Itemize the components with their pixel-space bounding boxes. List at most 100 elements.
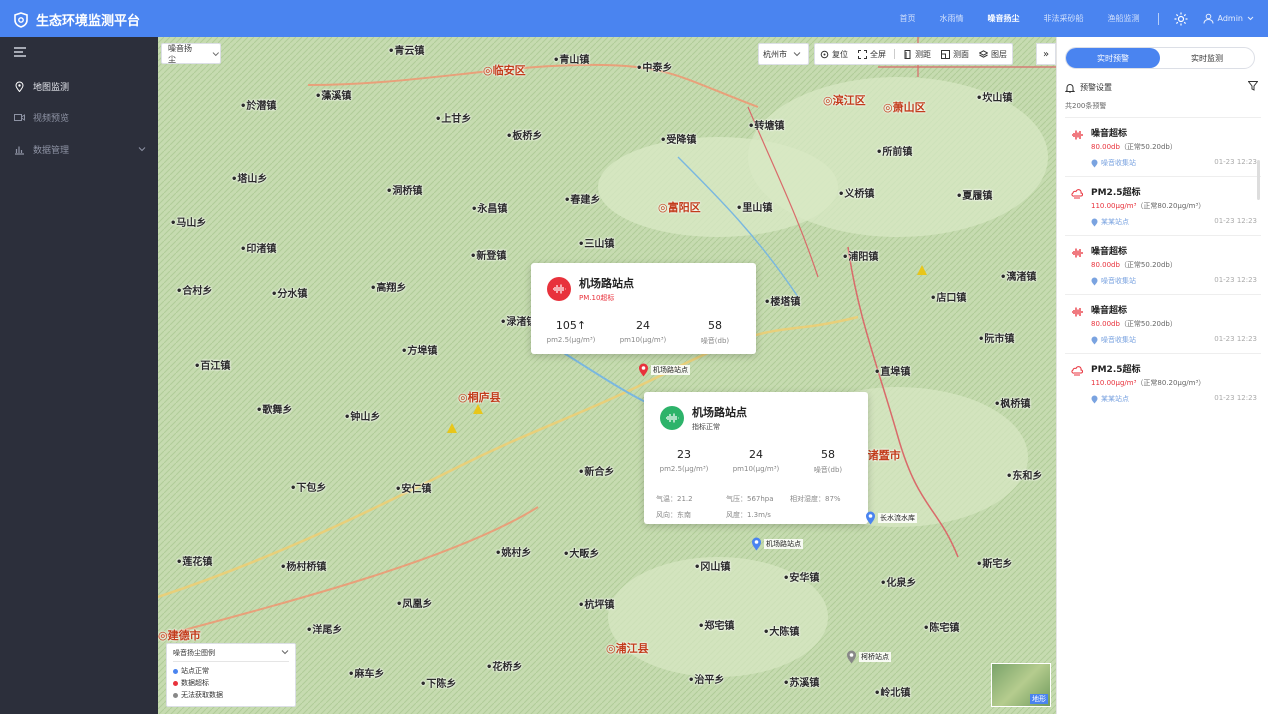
alert-station: 噪音收集站: [1091, 276, 1136, 286]
map-place-label: •分水镇: [271, 289, 308, 300]
map-pin-icon: [866, 511, 875, 525]
alert-item[interactable]: 噪音超标 80.00db（正常50.20db） 噪音收集站 01-23 12:23: [1065, 235, 1261, 294]
map-place-label: •苏溪镇: [783, 678, 820, 689]
chevron-down-icon: [1247, 16, 1254, 21]
filter-icon[interactable]: [1248, 81, 1258, 91]
alert-item[interactable]: 噪音超标 80.00db（正常50.20db） 噪音收集站 01-23 12:23: [1065, 294, 1261, 353]
alert-item[interactable]: 噪音超标 80.00db（正常50.20db） 噪音收集站 01-23 12:23: [1065, 117, 1261, 176]
map-place-label: •浦阳镇: [842, 252, 879, 263]
map-place-label: •上甘乡: [435, 114, 472, 125]
map-view[interactable]: •青云镇 ◎临安区 •青山镇 •中泰乡 •於潜镇 •藻溪镇 •上甘乡 •板桥乡 •受降镇 •转塘镇…: [158, 37, 1056, 714]
nav-noise-dust[interactable]: 噪音扬尘: [976, 13, 1032, 24]
stat-value: 23: [677, 448, 691, 461]
dust-cloud-icon: [1071, 189, 1083, 199]
layer-select[interactable]: 噪音扬尘: [161, 43, 221, 64]
measure-distance-label: 测距: [915, 49, 931, 59]
chevron-down-icon[interactable]: [281, 648, 289, 656]
layers-label: 图层: [991, 49, 1007, 59]
sidebar-item-label: 地图监测: [33, 82, 70, 93]
fullscreen-icon: [858, 49, 867, 59]
legend-dot: [173, 680, 178, 686]
map-place-label: •陈宅镇: [923, 623, 960, 634]
alert-value: 110.00μg/m³（正常80.20μg/m³）: [1091, 201, 1205, 211]
terrain-background: [158, 37, 1056, 714]
station-marker[interactable]: 机场路站点: [751, 537, 803, 551]
fullscreen-button[interactable]: 全屏: [853, 49, 891, 60]
station-marker[interactable]: 机场路站点: [638, 363, 690, 377]
pressure: 气压：567hpa: [726, 495, 774, 503]
noise-wave-icon: [1072, 307, 1083, 317]
video-icon: [14, 113, 25, 121]
map-place-label: •於潜镇: [240, 101, 277, 112]
map-place-label: •斯宅乡: [976, 559, 1013, 570]
scrollbar[interactable]: [1257, 160, 1260, 200]
stat-pm10: 24 pm10(μg/m³): [608, 319, 678, 346]
alert-item[interactable]: PM2.5超标 110.00μg/m³（正常80.20μg/m³） 某某站点 01-2…: [1065, 353, 1261, 412]
minimap[interactable]: 地形: [991, 663, 1051, 707]
measure-area-button[interactable]: 测面: [936, 49, 974, 60]
dust-warning-icon[interactable]: [917, 265, 927, 275]
station-name: 机场路站点: [579, 277, 634, 290]
collapse-panel-button[interactable]: »: [1036, 43, 1056, 65]
layers-button[interactable]: 图层: [974, 49, 1012, 60]
map-place-label: •冈山镇: [694, 562, 731, 573]
chevron-down-icon: [138, 147, 146, 152]
map-place-label: •藻溪镇: [315, 91, 352, 102]
alert-normal-value: （正常50.20db）: [1119, 320, 1177, 328]
menu-toggle-icon[interactable]: [14, 47, 26, 57]
user-icon: [1203, 13, 1213, 24]
stat-label: pm10(μg/m³): [619, 336, 667, 344]
measure-distance-button[interactable]: 测距: [898, 49, 936, 60]
station-marker-label: 机场路站点: [651, 365, 690, 375]
nav-water-rain[interactable]: 水雨情: [928, 13, 976, 24]
city-select-value: 杭州市: [763, 49, 787, 59]
station-status: 指标正常: [692, 423, 720, 431]
map-place-label: •受降镇: [660, 135, 697, 146]
alert-settings-label: 预警设置: [1080, 83, 1112, 92]
location-pin-icon: [15, 81, 24, 92]
double-chevron-right-icon: »: [1042, 48, 1050, 60]
alert-station: 某某站点: [1091, 217, 1129, 227]
station-marker[interactable]: 柯桥站点: [846, 650, 891, 664]
map-place-label: •花桥乡: [486, 662, 523, 673]
nav-home[interactable]: 首页: [888, 13, 928, 24]
map-toolbar: 复位 全屏 测距 测面 图层: [814, 43, 1013, 65]
station-marker[interactable]: 长水流水库: [865, 511, 917, 525]
alert-title: 噪音超标: [1091, 306, 1128, 316]
map-place-label: •塔山乡: [231, 174, 268, 185]
city-select[interactable]: 杭州市: [758, 43, 809, 65]
user-menu[interactable]: Admin: [1197, 13, 1255, 24]
layer-select-value: 噪音扬尘: [168, 43, 192, 64]
map-place-label: •安仁镇: [395, 484, 432, 495]
reset-button[interactable]: 复位: [815, 49, 853, 60]
alert-item[interactable]: PM2.5超标 110.00μg/m³（正常80.20μg/m³） 某某站点 01-2…: [1065, 176, 1261, 235]
nav-fishing-boat[interactable]: 渔船监测: [1096, 13, 1152, 24]
app-title: 生态环境监测平台: [36, 14, 141, 29]
nav-sand-dredger[interactable]: 非法采砂船: [1032, 13, 1096, 24]
dust-warning-icon[interactable]: [473, 404, 483, 414]
gear-icon[interactable]: [1173, 11, 1189, 27]
map-place-label: •枫桥镇: [994, 399, 1031, 410]
sidebar-item-map-monitor[interactable]: 地图监测: [0, 71, 158, 101]
location-pin-icon: [1091, 218, 1098, 226]
alert-normal-value: （正常50.20db）: [1119, 143, 1177, 151]
alert-title: PM2.5超标: [1091, 365, 1141, 375]
alert-time: 01-23 12:23: [1214, 335, 1257, 343]
sidebar-item-video-preview[interactable]: 视频预览: [0, 102, 158, 132]
legend-item-normal: 站点正常: [173, 666, 209, 676]
stat-pm25: 105↑ pm2.5(μg/m³): [536, 319, 606, 346]
station-marker-label: 长水流水库: [878, 513, 917, 523]
alert-value-num: 110.00μg/m³: [1091, 202, 1137, 210]
dust-warning-icon[interactable]: [447, 423, 457, 433]
stat-pm25: 23 pm2.5(μg/m³): [649, 448, 719, 475]
tab-realtime-monitor[interactable]: 实时监测: [1160, 48, 1254, 68]
crosshair-icon: [820, 50, 829, 58]
map-place-label: •楼塔镇: [764, 297, 801, 308]
map-place-label: •新登镇: [470, 251, 507, 262]
tab-realtime-alert[interactable]: 实时预警: [1066, 48, 1160, 68]
map-place-label: ◎桐庐县: [458, 391, 501, 404]
legend-label: 站点正常: [181, 667, 209, 675]
sidebar-item-data-management[interactable]: 数据管理: [0, 134, 158, 164]
toolbar-divider: [894, 49, 895, 59]
alert-settings[interactable]: 预警设置: [1065, 82, 1112, 93]
